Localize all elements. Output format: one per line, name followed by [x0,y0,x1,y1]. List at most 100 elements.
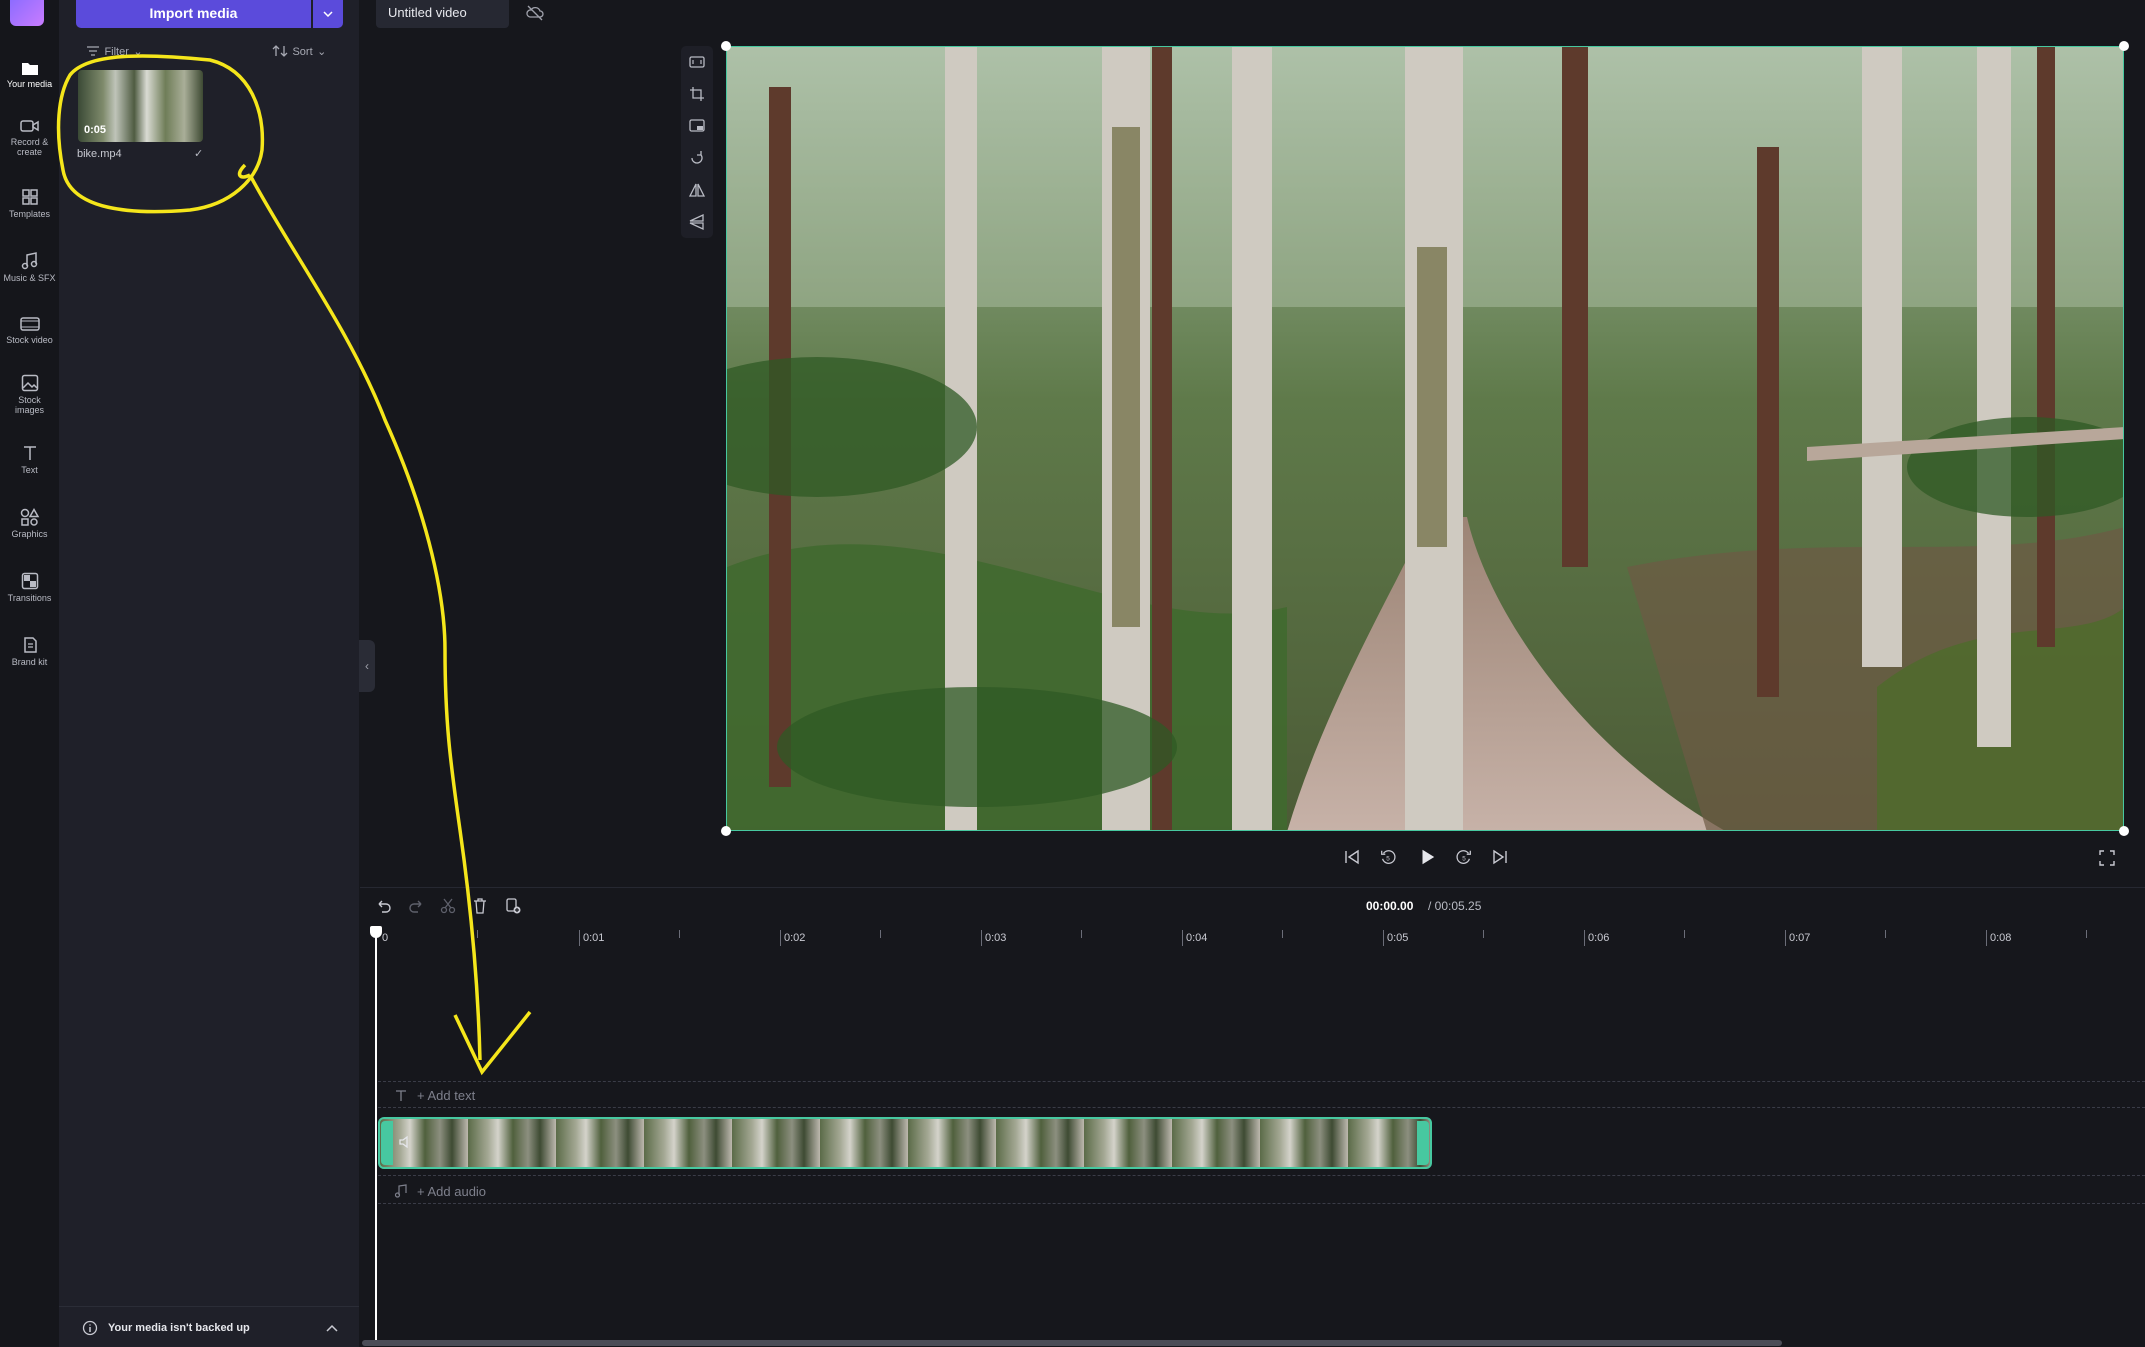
ruler-label: 0:07 [1789,932,1811,944]
track-divider [378,1081,2145,1082]
ruler-tick [1785,930,1786,946]
track-divider [378,1203,2145,1204]
chevron-left-icon: ‹ [365,659,369,673]
playhead-handle[interactable] [370,926,382,938]
resize-handle[interactable] [721,826,731,836]
skip-to-start-icon[interactable] [1343,848,1361,866]
copy-add-icon[interactable] [504,897,522,915]
rail-transitions[interactable]: Transitions [0,572,59,603]
clip-trim-handle-left[interactable] [381,1121,393,1165]
ruler-tick [1483,930,1484,938]
resize-handle[interactable] [2119,41,2129,51]
speaker-icon[interactable] [398,1134,414,1150]
image-icon [21,374,38,392]
shapes-icon [20,508,39,526]
ruler-label: 0:06 [1588,932,1610,944]
ruler-label: 0:08 [1990,932,2012,944]
rail-record-create[interactable]: Record & create [0,118,59,157]
rail-label: Templates [8,209,51,219]
text-icon [23,446,36,460]
delete-icon[interactable] [471,897,489,915]
ruler-tick [1684,930,1685,938]
import-dropdown-button[interactable] [313,0,343,28]
chevron-up-icon[interactable] [326,1324,338,1332]
text-icon [396,1090,406,1101]
check-icon: ✓ [194,148,204,160]
info-icon [82,1320,98,1336]
video-clip[interactable] [378,1117,1432,1169]
folder-icon [21,63,38,75]
split-scissors-icon[interactable] [439,897,457,915]
templates-icon [21,189,38,205]
collapse-panel-button[interactable]: ‹ [359,640,375,692]
forward-5s-icon[interactable]: 5 [1454,848,1474,866]
video-preview[interactable] [726,46,2124,831]
ruler-tick [477,930,478,938]
chevron-down-icon: ⌄ [317,46,327,58]
ruler-label: 0:04 [1186,932,1208,944]
add-audio-track[interactable]: + Add audio [417,1184,486,1199]
brand-kit-icon [23,637,37,653]
rail-label: Music & SFX [3,273,56,283]
sort-button[interactable]: Sort ⌄ [272,42,326,60]
current-time: 00:00.00 [1366,899,1414,913]
track-divider [378,1175,2145,1176]
ruler-tick [1081,930,1082,938]
media-filename: bike.mp4 [77,148,122,160]
ruler-tick [579,930,580,946]
ruler-tick [1986,930,1987,946]
redo-icon[interactable] [407,897,425,915]
play-icon[interactable] [1417,848,1437,866]
timeline-scrollbar[interactable] [362,1340,1782,1346]
media-panel [59,0,359,1346]
cloud-off-icon[interactable] [526,5,544,21]
flip-horizontal-icon[interactable] [689,182,705,198]
skip-to-end-icon[interactable] [1491,848,1509,866]
aspect-ratio-icon[interactable] [689,54,705,70]
rail-label: Graphics [11,529,48,539]
fullscreen-icon[interactable] [2099,849,2115,867]
resize-handle[interactable] [721,41,731,51]
preview-toolbar [681,46,713,238]
rail-your-media[interactable]: Your media [0,60,59,89]
rail-label: Your media [6,79,53,89]
ruler-label: 0:01 [583,932,605,944]
import-media-button[interactable]: Import media [76,0,311,28]
rail-graphics[interactable]: Graphics [0,508,59,539]
rail-stock-video[interactable]: Stock video [0,316,59,345]
rail-label: Transitions [7,593,52,603]
ruler-tick [1885,930,1886,938]
ruler-tick [880,930,881,938]
rail-templates[interactable]: Templates [0,188,59,219]
playhead[interactable] [375,926,377,1346]
film-icon [19,317,40,331]
filter-button[interactable]: Filter ⌄ [86,42,143,60]
ruler-label: 0 [382,932,389,944]
rail-text[interactable]: Text [0,444,59,475]
rail-stock-images[interactable]: Stock images [0,374,59,415]
rotate-icon[interactable] [689,150,705,166]
crop-icon[interactable] [689,86,705,102]
add-text-track[interactable]: + Add text [417,1088,475,1103]
rewind-5s-icon[interactable]: 5 [1378,848,1398,866]
music-note-icon [21,252,37,270]
rail-label: Stock images [14,395,44,415]
svg-text:5: 5 [1386,856,1390,863]
ruler-label: 0:05 [1387,932,1409,944]
resize-handle[interactable] [2119,826,2129,836]
project-title[interactable]: Untitled video [376,0,509,28]
ruler-label: 0:02 [784,932,806,944]
track-divider [378,1107,2145,1108]
rail-music-sfx[interactable]: Music & SFX [0,252,59,283]
picture-in-picture-icon[interactable] [689,118,705,134]
filter-icon [87,46,99,56]
rail-brand-kit[interactable]: Brand kit [0,636,59,667]
camera-icon [19,120,39,132]
undo-icon[interactable] [375,897,393,915]
ruler-label: 0:03 [985,932,1007,944]
flip-vertical-icon[interactable] [689,214,705,230]
ruler-tick [1383,930,1384,946]
clip-trim-handle-right[interactable] [1417,1121,1429,1165]
transitions-icon [21,572,38,590]
sort-label: Sort [292,46,313,58]
